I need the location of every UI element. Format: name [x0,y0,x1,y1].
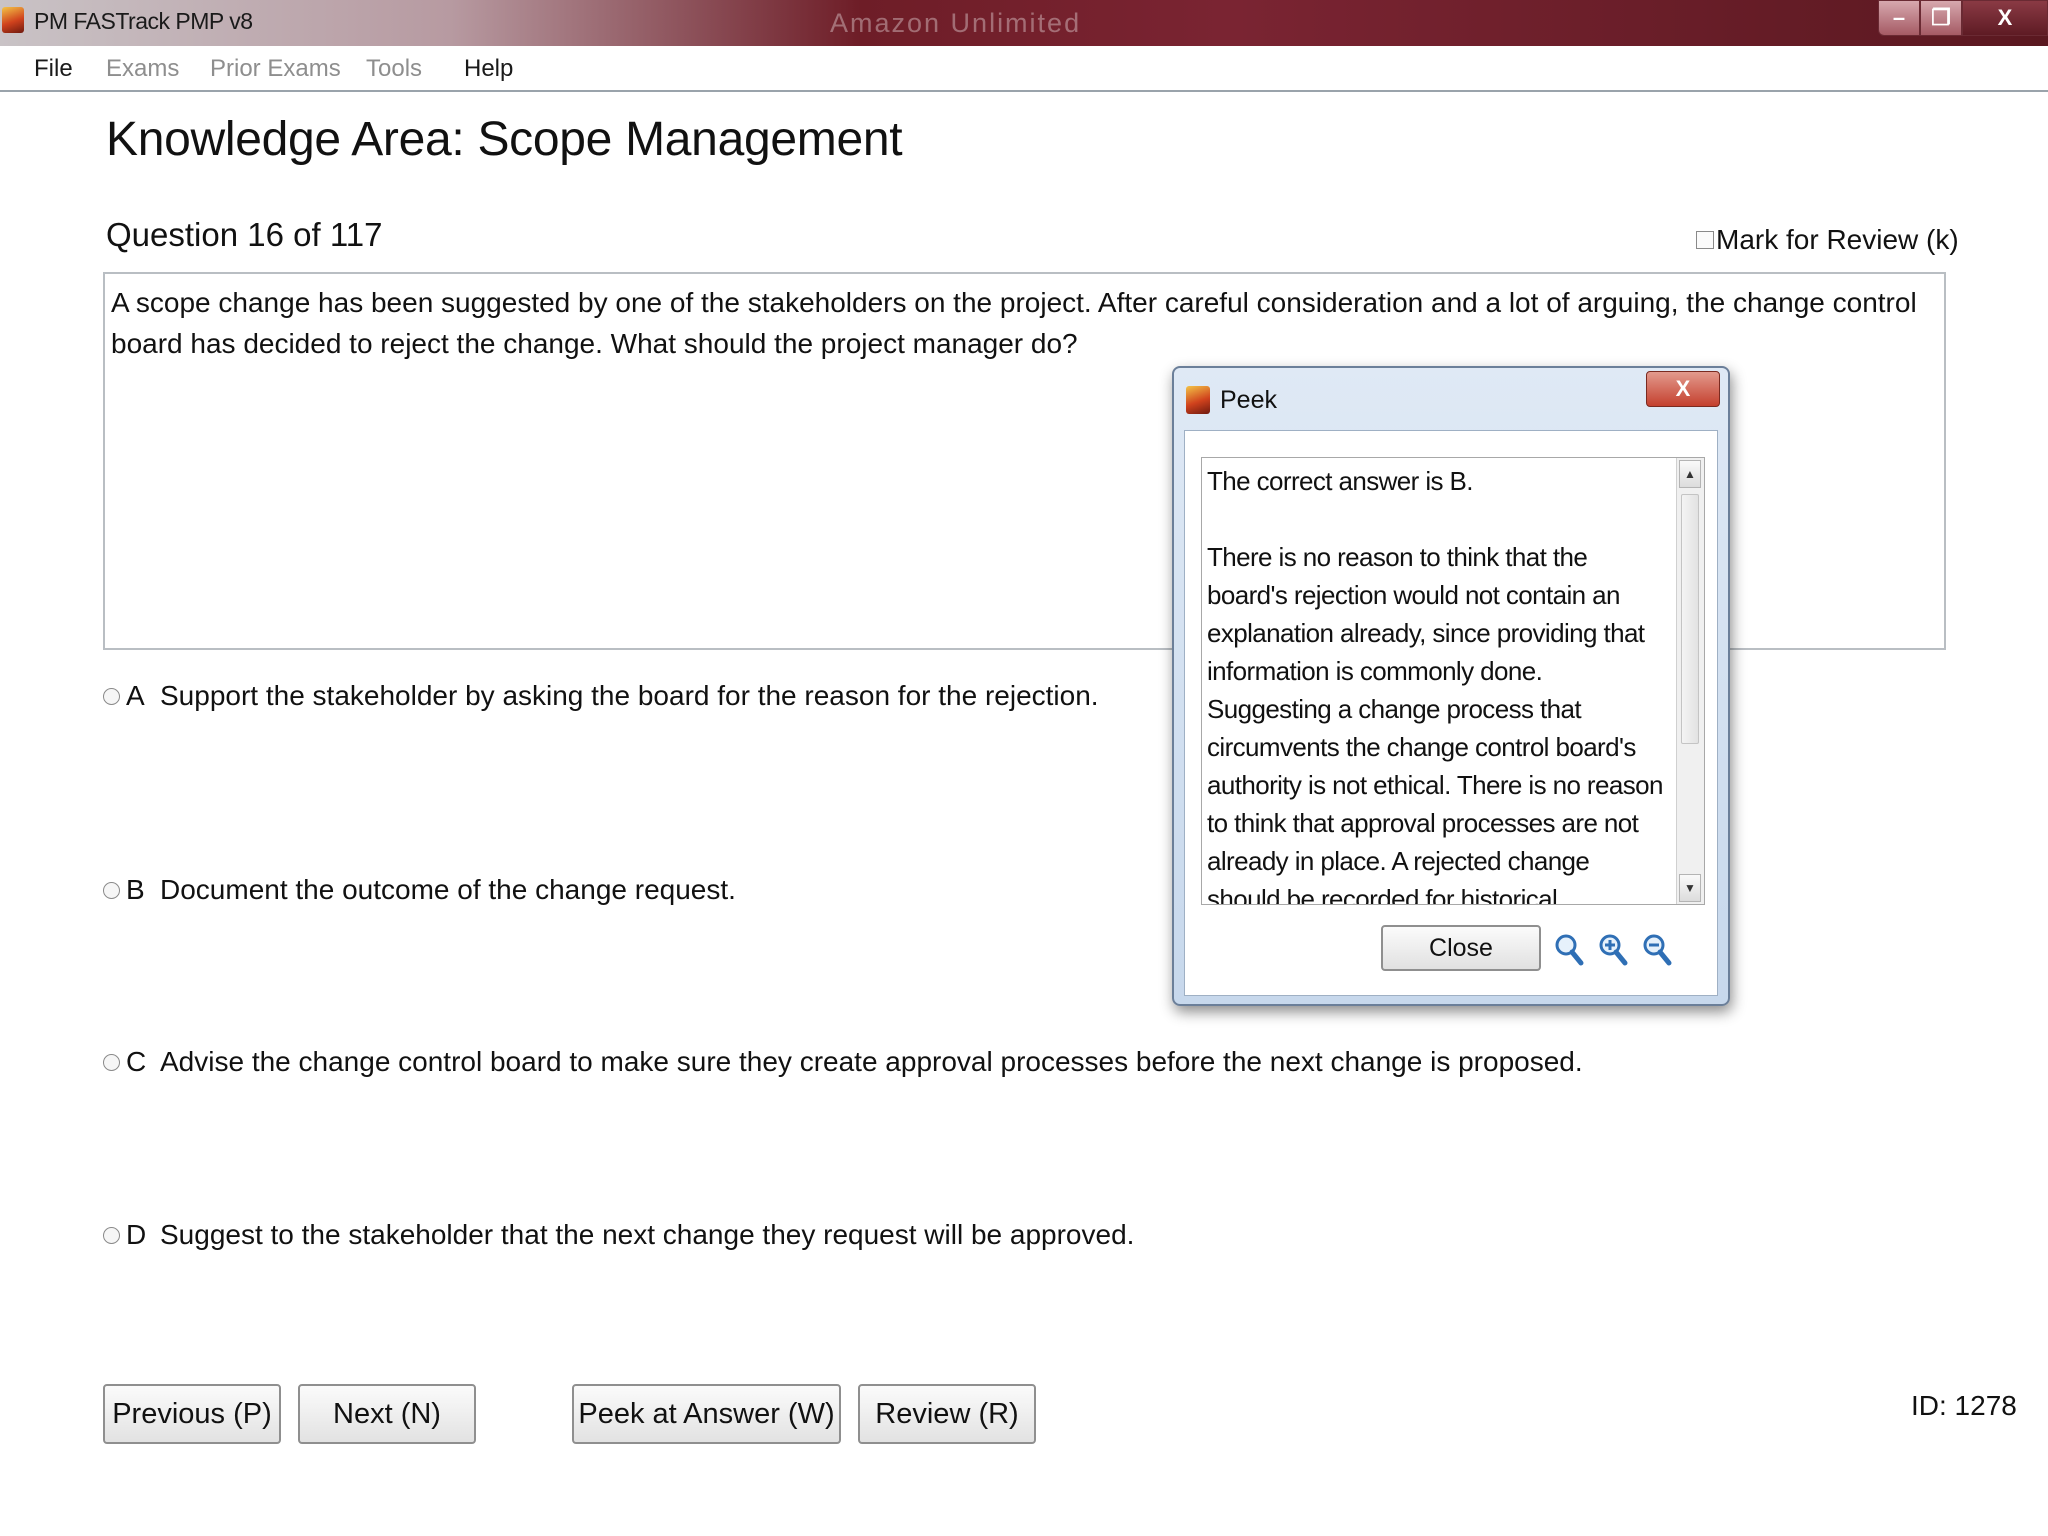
vertical-scrollbar[interactable]: ▲ ▼ [1676,458,1704,904]
mark-for-review-checkbox[interactable] [1696,231,1714,249]
minimize-button[interactable]: – [1878,0,1920,36]
maximize-button[interactable]: ❐ [1920,0,1962,36]
scroll-down-icon[interactable]: ▼ [1679,874,1701,902]
answer-text[interactable]: Suggest to the stakeholder that the next… [160,1219,1134,1251]
answer-letter: B [126,874,145,905]
review-button[interactable]: Review (R) [858,1384,1036,1444]
answer-letter: D [126,1219,147,1250]
menu-bar: File Exams Prior Exams Tools Help [0,46,2048,92]
radio-button[interactable] [103,1226,120,1244]
mark-for-review-label[interactable]: Mark for Review (k) [1716,224,1959,256]
answer-option-a[interactable]: A Support the stakeholder by asking the … [103,680,1099,712]
menu-exams[interactable]: Exams [106,55,179,83]
blurred-title-text: Amazon Unlimited [830,8,1082,38]
answer-option-b[interactable]: B Document the outcome of the change req… [103,874,736,906]
scroll-up-icon[interactable]: ▲ [1679,460,1701,488]
zoom-in-icon[interactable] [1597,931,1629,967]
previous-button[interactable]: Previous (P) [103,1384,281,1444]
answer-option-d[interactable]: D Suggest to the stakeholder that the ne… [103,1219,1134,1251]
answer-text[interactable]: Document the outcome of the change reque… [160,874,736,906]
answer-option-c[interactable]: C Advise the change control board to mak… [103,1046,1583,1078]
answer-text[interactable]: Advise the change control board to make … [160,1046,1583,1078]
radio-button[interactable] [103,687,120,705]
page-title: Knowledge Area: Scope Management [106,113,903,166]
zoom-reset-icon[interactable] [1553,931,1585,967]
peek-answer-text: The correct answer is B. There is no rea… [1207,466,1663,905]
peek-at-answer-button[interactable]: Peek at Answer (W) [572,1384,841,1444]
question-id: ID: 1278 [1911,1390,2017,1421]
window-close-button[interactable]: X [1962,0,2048,36]
question-counter: Question 16 of 117 [106,216,383,253]
window-titlebar: PM FASTrack PMP v8 Amazon Unlimited – ❐ … [0,0,2048,46]
peek-dialog-close-icon[interactable]: X [1646,371,1720,407]
radio-button[interactable] [103,881,120,899]
app-icon [1186,386,1210,414]
next-button[interactable]: Next (N) [298,1384,476,1444]
answer-letter: A [126,680,145,711]
peek-dialog-body: The correct answer is B. There is no rea… [1184,430,1718,996]
peek-close-button[interactable]: Close [1381,925,1541,971]
answer-text[interactable]: Support the stakeholder by asking the bo… [160,680,1099,712]
peek-dialog: Peek X The correct answer is B. There is… [1172,366,1730,1006]
radio-button[interactable] [103,1053,120,1071]
peek-answer-textbox[interactable]: The correct answer is B. There is no rea… [1201,457,1705,905]
zoom-out-icon[interactable] [1641,931,1673,967]
app-icon [2,7,24,33]
menu-tools[interactable]: Tools [366,55,422,83]
mark-for-review[interactable]: Mark for Review (k) [1696,224,1959,256]
menu-help[interactable]: Help [464,55,513,83]
scroll-thumb[interactable] [1681,494,1699,744]
peek-dialog-title: Peek [1220,386,1277,414]
question-text: A scope change has been suggested by one… [111,287,1917,359]
answer-letter: C [126,1046,147,1077]
menu-file[interactable]: File [34,55,73,83]
menu-prior-exams[interactable]: Prior Exams [210,55,341,83]
window-title: PM FASTrack PMP v8 [34,8,253,34]
